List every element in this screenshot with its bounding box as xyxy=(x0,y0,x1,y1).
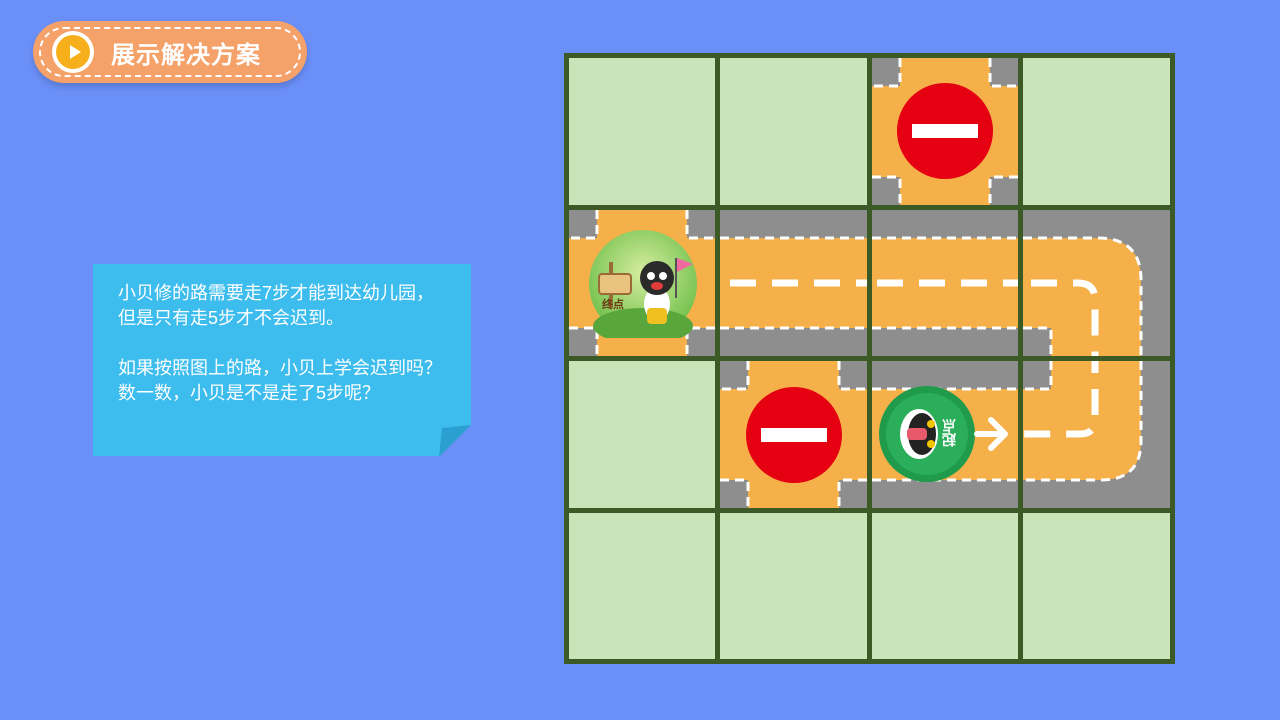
finish-label: 终点 xyxy=(602,299,624,311)
play-icon xyxy=(52,31,94,73)
grass-tile[interactable] xyxy=(1023,58,1170,205)
no-entry-icon xyxy=(897,83,993,179)
note-folded-corner xyxy=(439,425,471,457)
straight-road-tile[interactable] xyxy=(872,210,1018,356)
grass-tile[interactable] xyxy=(720,58,867,205)
finish-character-icon xyxy=(589,230,697,344)
curve-road-tile[interactable] xyxy=(1023,210,1170,356)
route-board: 终点 起点 xyxy=(564,53,1175,664)
arrow-right-icon xyxy=(974,417,1008,451)
no-entry-icon xyxy=(746,387,842,483)
instruction-paragraph-1: 小贝修的路需要走7步才能到达幼儿园，但是只有走5步才不会迟到。 xyxy=(118,283,435,328)
grass-tile[interactable] xyxy=(569,58,715,205)
curve-road-tile[interactable] xyxy=(1023,361,1170,508)
instruction-text: 小贝修的路需要走7步才能到达幼儿园，但是只有走5步才不会迟到。 如果按照图上的路… xyxy=(118,281,448,406)
grass-tile[interactable] xyxy=(872,513,1018,659)
start-label: 起点 xyxy=(941,419,957,447)
straight-road-tile[interactable] xyxy=(720,210,867,356)
instruction-paragraph-2: 如果按照图上的路，小贝上学会迟到吗？数一数，小贝是不是走了5步呢？ xyxy=(118,358,442,403)
show-solution-button[interactable]: 展示解决方案 xyxy=(33,21,307,83)
grass-tile[interactable] xyxy=(720,513,867,659)
start-marker[interactable]: 起点 xyxy=(879,386,1013,482)
grass-tile[interactable] xyxy=(569,361,715,508)
finish-marker[interactable]: 终点 xyxy=(589,230,697,344)
show-solution-label: 展示解决方案 xyxy=(111,42,261,69)
grass-tile[interactable] xyxy=(1023,513,1170,659)
grass-tile[interactable] xyxy=(569,513,715,659)
